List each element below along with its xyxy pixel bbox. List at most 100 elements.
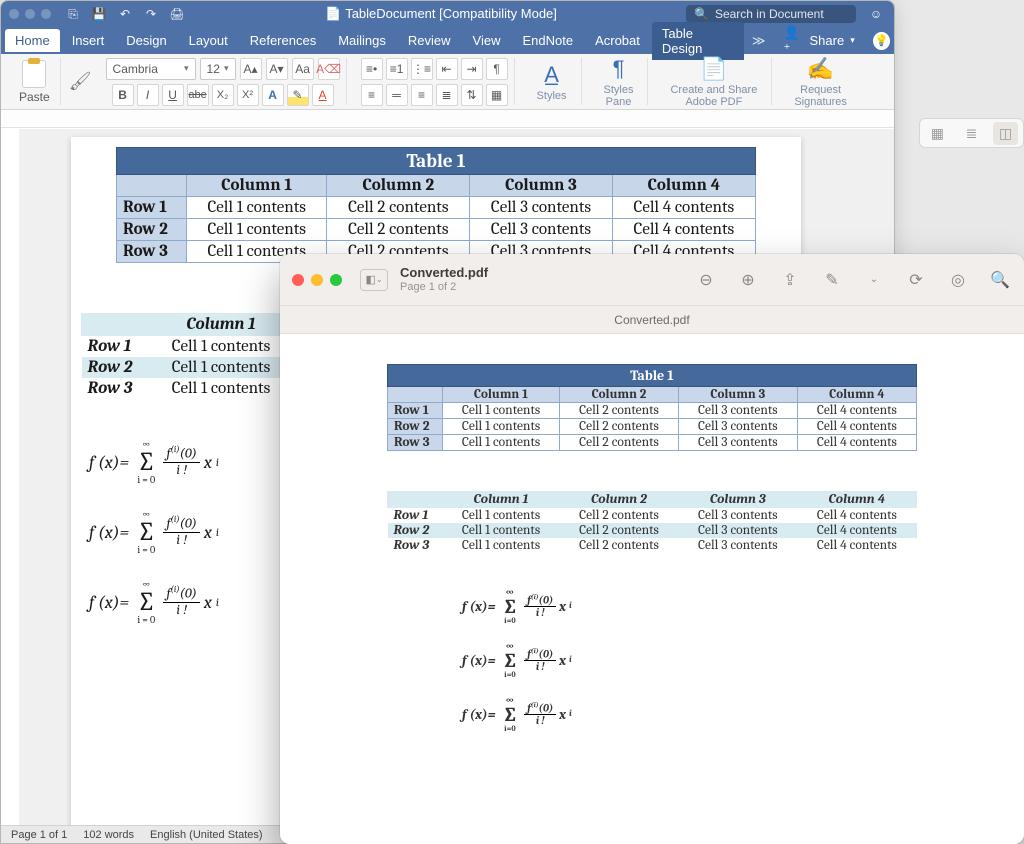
feedback-icon[interactable]: ☺ — [866, 7, 886, 21]
tab-references[interactable]: References — [240, 29, 326, 52]
status-words[interactable]: 102 words — [83, 829, 134, 841]
preview-tab[interactable]: Converted.pdf — [614, 313, 689, 327]
format-painter-icon[interactable]: 🖌 — [69, 71, 92, 92]
search-icon[interactable]: 🔍 — [988, 270, 1012, 290]
horizontal-ruler[interactable] — [1, 110, 894, 128]
status-language[interactable]: English (United States) — [150, 829, 263, 841]
table1-row3: Row 3 — [117, 241, 187, 263]
zoom-in-icon[interactable]: ⊕ — [736, 270, 760, 290]
share-button[interactable]: 👤⁺ Share ▾ — [774, 23, 865, 59]
shrink-font-button[interactable]: A▾ — [266, 58, 288, 80]
chevron-down-icon[interactable]: ⌄ — [862, 274, 886, 285]
preview-window-controls[interactable] — [292, 274, 342, 286]
tell-me-icon[interactable]: 💡 — [873, 32, 890, 50]
decrease-indent-button[interactable]: ⇤ — [436, 58, 458, 80]
more-tabs-icon[interactable]: ≫ — [746, 33, 772, 49]
zoom-out-icon[interactable]: ⊖ — [694, 270, 718, 290]
highlight-icon[interactable]: ◎ — [946, 270, 970, 290]
list-view-icon[interactable]: ≣ — [960, 122, 984, 145]
window-controls[interactable] — [9, 9, 51, 19]
table1-row1: Row 1 — [117, 197, 187, 219]
align-left-button[interactable]: ≡ — [361, 84, 383, 106]
preview-window: ◧ ⌄ Converted.pdf Page 1 of 2 ⊖ ⊕ ⇪ ✎ ⌄ … — [280, 254, 1024, 844]
align-right-button[interactable]: ≡ — [411, 84, 433, 106]
italic-button[interactable]: I — [137, 84, 159, 106]
minimize-icon[interactable] — [311, 274, 323, 286]
multilevel-button[interactable]: ⋮≡ — [411, 58, 433, 80]
clipboard-group: Paste — [9, 58, 61, 105]
bold-button[interactable]: B — [112, 84, 134, 106]
request-signatures-button[interactable]: ✍ Request Signatures — [786, 56, 855, 108]
redo-icon[interactable]: ↷ — [143, 6, 159, 22]
numbering-button[interactable]: ≡1 — [386, 58, 408, 80]
sidebar-toggle-icon[interactable]: ◧ ⌄ — [360, 269, 388, 291]
save-icon[interactable]: 💾 — [91, 6, 107, 22]
tab-endnote[interactable]: EndNote — [512, 29, 583, 52]
preview-canvas[interactable]: Table 1 Column 1 Column 2 Column 3 Colum… — [280, 334, 1024, 844]
pdf-table-1: Table 1 Column 1 Column 2 Column 3 Colum… — [387, 364, 917, 451]
preview-title: Converted.pdf Page 1 of 2 — [400, 266, 488, 294]
preview-page: Table 1 Column 1 Column 2 Column 3 Colum… — [342, 364, 962, 733]
styles-pane-button[interactable]: ¶ Styles Pane — [596, 56, 642, 108]
shading-button[interactable]: ▦ — [486, 84, 508, 106]
font-color-button[interactable]: A — [312, 84, 334, 106]
show-marks-button[interactable]: ¶ — [486, 58, 508, 80]
table1-col2: Column 2 — [327, 175, 470, 197]
pdf-formula-2: f (x)= ∞∑i=0 f(i)(0)i ! xi — [462, 641, 962, 679]
close-icon[interactable] — [9, 9, 19, 19]
tab-acrobat[interactable]: Acrobat — [585, 29, 650, 52]
word-table-2[interactable]: Column 1 Row 1Cell 1 contents Row 2Cell … — [81, 313, 291, 399]
tab-table-design[interactable]: Table Design — [652, 22, 744, 60]
tab-layout[interactable]: Layout — [179, 29, 238, 52]
preview-titlebar: ◧ ⌄ Converted.pdf Page 1 of 2 ⊖ ⊕ ⇪ ✎ ⌄ … — [280, 254, 1024, 306]
align-center-button[interactable]: ═ — [386, 84, 408, 106]
table1-col4: Column 4 — [612, 175, 755, 197]
close-icon[interactable] — [292, 274, 304, 286]
styles-button[interactable]: A̲ Styles — [529, 62, 575, 102]
column-view-icon[interactable]: ◫ — [993, 122, 1018, 145]
font-size-select[interactable]: 12▾ — [200, 58, 236, 80]
ribbon-tabs: Home Insert Design Layout References Mai… — [1, 27, 894, 54]
increase-indent-button[interactable]: ⇥ — [461, 58, 483, 80]
maximize-icon[interactable] — [330, 274, 342, 286]
print-icon[interactable]: 🖨 — [169, 6, 185, 22]
tab-insert[interactable]: Insert — [62, 29, 115, 52]
text-effects-button[interactable]: A — [262, 84, 284, 106]
ribbon: Paste 🖌 Cambria▾ 12▾ A▴ A▾ Aa A⌫ B I U a… — [1, 54, 894, 110]
clear-format-button[interactable]: A⌫ — [318, 58, 340, 80]
highlight-button[interactable]: ✎ — [287, 84, 309, 106]
status-page[interactable]: Page 1 of 1 — [11, 829, 67, 841]
share-icon[interactable]: ⇪ — [778, 270, 802, 290]
change-case-button[interactable]: Aa — [292, 58, 314, 80]
tab-mailings[interactable]: Mailings — [328, 29, 396, 52]
search-placeholder: Search in Document — [715, 7, 824, 21]
justify-button[interactable]: ≣ — [436, 84, 458, 106]
tab-home[interactable]: Home — [5, 29, 60, 52]
markup-icon[interactable]: ✎ — [820, 270, 844, 290]
tab-review[interactable]: Review — [398, 29, 461, 52]
grow-font-button[interactable]: A▴ — [240, 58, 262, 80]
superscript-button[interactable]: X² — [237, 84, 259, 106]
share-icon: 👤⁺ — [784, 25, 804, 57]
paste-button[interactable]: Paste — [15, 58, 54, 106]
underline-button[interactable]: U — [162, 84, 184, 106]
maximize-icon[interactable] — [41, 9, 51, 19]
document-title: 📄TableDocument [Compatibility Mode] — [325, 6, 557, 22]
undo-icon[interactable]: ↶ — [117, 6, 133, 22]
rotate-icon[interactable]: ⟳ — [904, 270, 928, 290]
tab-view[interactable]: View — [463, 29, 511, 52]
word-table-1[interactable]: Table 1 Column 1 Column 2 Column 3 Colum… — [116, 147, 756, 263]
bullets-button[interactable]: ≡• — [361, 58, 383, 80]
grid-view-icon[interactable]: ▦ — [925, 122, 950, 145]
font-name-select[interactable]: Cambria▾ — [106, 58, 196, 80]
preview-tabbar[interactable]: Converted.pdf — [280, 306, 1024, 334]
strikethrough-button[interactable]: abe — [187, 84, 209, 106]
autosave-icon[interactable]: ⎘ — [65, 6, 81, 22]
pdf-table-2: Column 1 Column 2 Column 3 Column 4 Row … — [387, 491, 917, 553]
line-spacing-button[interactable]: ⇅ — [461, 84, 483, 106]
search-box[interactable]: 🔍 Search in Document — [686, 5, 856, 23]
adobe-pdf-button[interactable]: 📄 Create and Share Adobe PDF — [662, 56, 765, 108]
tab-design[interactable]: Design — [116, 29, 176, 52]
minimize-icon[interactable] — [25, 9, 35, 19]
subscript-button[interactable]: X₂ — [212, 84, 234, 106]
